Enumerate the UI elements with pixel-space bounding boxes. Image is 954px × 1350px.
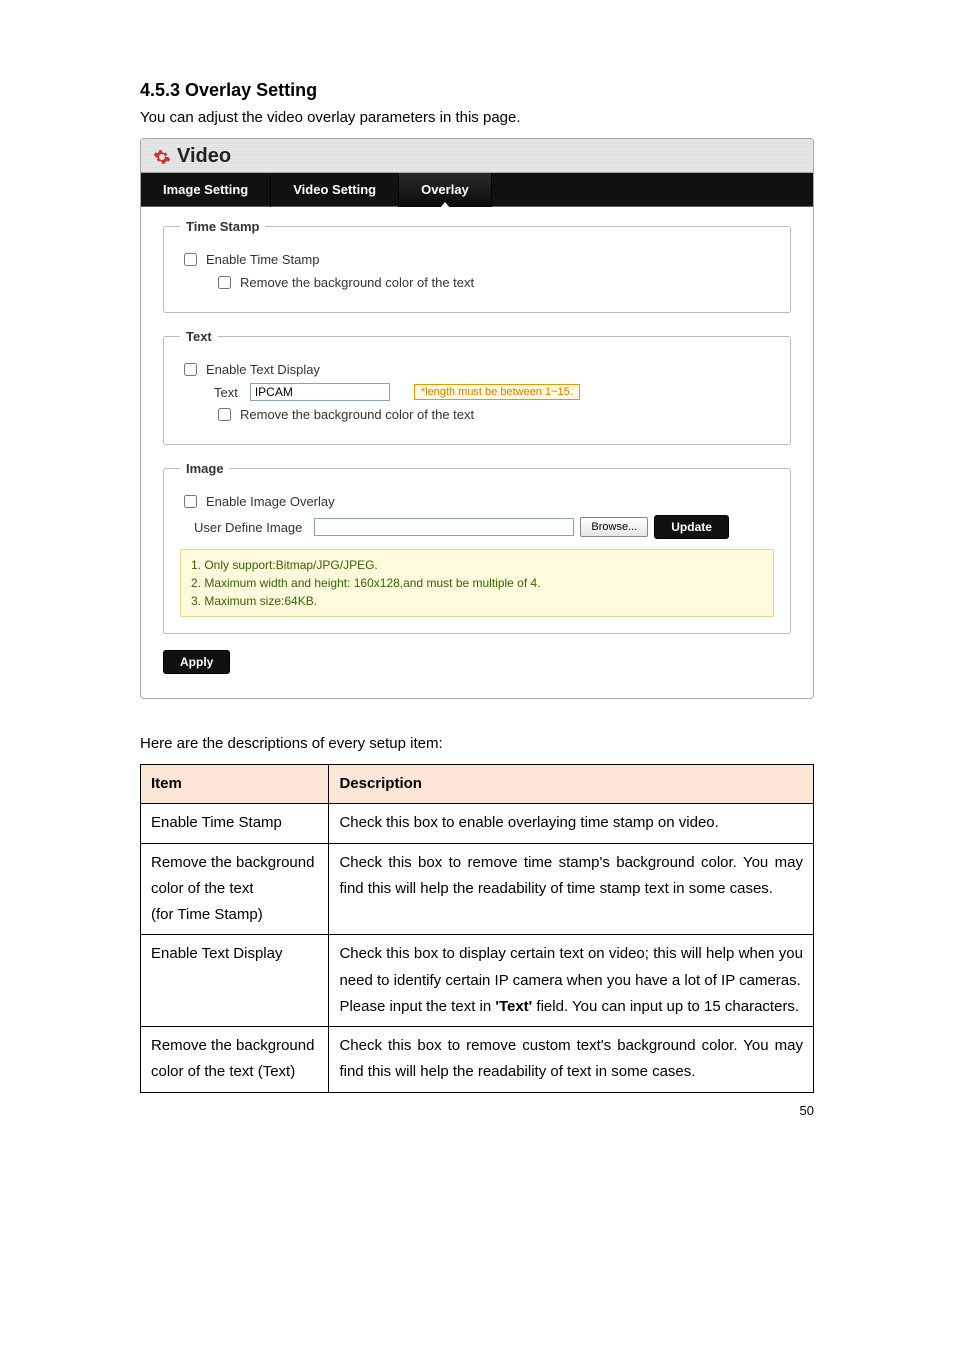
fieldset-image: Image Enable Image Overlay User Define I… <box>163 461 791 634</box>
legend-timestamp: Time Stamp <box>180 219 265 234</box>
fieldset-timestamp: Time Stamp Enable Time Stamp Remove the … <box>163 219 791 313</box>
page-number: 50 <box>140 1103 814 1118</box>
tab-video-setting[interactable]: Video Setting <box>271 173 399 207</box>
text-remove-bg-label: Remove the background color of the text <box>240 407 474 422</box>
panel-title: Video <box>177 145 231 168</box>
td-item: Remove the background color of the text(… <box>141 843 329 935</box>
timestamp-remove-bg-label: Remove the background color of the text <box>240 275 474 290</box>
user-define-image-path[interactable] <box>314 518 574 536</box>
video-panel: Video Image Setting Video Setting Overla… <box>140 138 814 699</box>
enable-image-overlay-label: Enable Image Overlay <box>206 494 335 509</box>
image-note-2: 2. Maximum width and height: 160x128,and… <box>191 574 763 592</box>
td-desc: Check this box to remove time stamp's ba… <box>329 843 814 935</box>
tab-image-setting[interactable]: Image Setting <box>141 173 271 207</box>
table-row: Enable Text Display Check this box to di… <box>141 935 814 1027</box>
tab-overlay[interactable]: Overlay <box>399 173 492 207</box>
enable-image-overlay-checkbox[interactable] <box>184 495 197 508</box>
gear-icon <box>153 148 171 166</box>
th-description: Description <box>329 765 814 804</box>
legend-image: Image <box>180 461 230 476</box>
panel-header: Video <box>141 139 813 173</box>
intro-text: You can adjust the video overlay paramet… <box>140 109 814 126</box>
table-row: Remove the background color of the text(… <box>141 843 814 935</box>
user-define-image-label: User Define Image <box>194 520 302 535</box>
text-field-label: Text <box>214 385 238 400</box>
enable-text-display-label: Enable Text Display <box>206 362 320 377</box>
timestamp-remove-bg-checkbox[interactable] <box>218 276 231 289</box>
browse-button[interactable]: Browse... <box>580 517 648 537</box>
image-note-3: 3. Maximum size:64KB. <box>191 592 763 610</box>
image-notes: 1. Only support:Bitmap/JPG/JPEG. 2. Maxi… <box>180 549 774 617</box>
td-item: Remove the background color of the text … <box>141 1027 329 1093</box>
section-heading: 4.5.3 Overlay Setting <box>140 80 814 101</box>
td-desc: Check this box to enable overlaying time… <box>329 804 814 843</box>
td-item: Enable Text Display <box>141 935 329 1027</box>
update-button[interactable]: Update <box>654 515 729 539</box>
table-row: Remove the background color of the text … <box>141 1027 814 1093</box>
description-table: Item Description Enable Time Stamp Check… <box>140 764 814 1093</box>
td-desc: Check this box to display certain text o… <box>329 935 814 1027</box>
apply-button[interactable]: Apply <box>163 650 230 674</box>
enable-time-stamp-label: Enable Time Stamp <box>206 252 319 267</box>
overlay-text-input[interactable] <box>250 383 390 401</box>
text-remove-bg-checkbox[interactable] <box>218 408 231 421</box>
tab-bar: Image Setting Video Setting Overlay <box>141 173 813 207</box>
legend-text: Text <box>180 329 218 344</box>
enable-time-stamp-checkbox[interactable] <box>184 253 197 266</box>
text-length-hint: *length must be between 1~15. <box>414 384 580 400</box>
td-item: Enable Time Stamp <box>141 804 329 843</box>
fieldset-text: Text Enable Text Display Text *length mu… <box>163 329 791 445</box>
table-row: Enable Time Stamp Check this box to enab… <box>141 804 814 843</box>
table-intro: Here are the descriptions of every setup… <box>140 735 814 752</box>
image-note-1: 1. Only support:Bitmap/JPG/JPEG. <box>191 556 763 574</box>
td-desc: Check this box to remove custom text's b… <box>329 1027 814 1093</box>
enable-text-display-checkbox[interactable] <box>184 363 197 376</box>
th-item: Item <box>141 765 329 804</box>
